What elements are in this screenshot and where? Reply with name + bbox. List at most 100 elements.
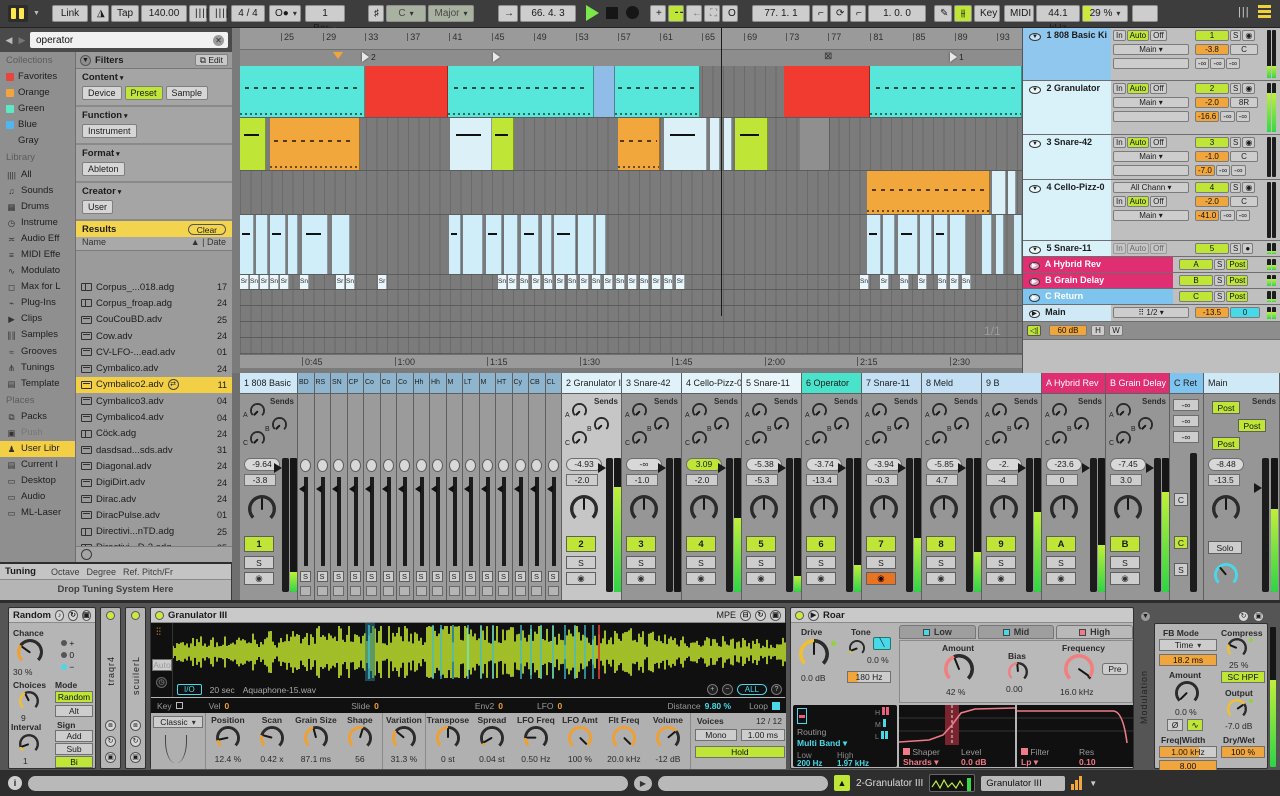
arm-button[interactable]: ● xyxy=(1242,243,1253,254)
scan-value[interactable]: 0.42 x xyxy=(250,754,294,764)
knob[interactable] xyxy=(1227,699,1247,719)
filter-chip-instrument[interactable]: Instrument xyxy=(82,124,137,138)
clip[interactable] xyxy=(1008,171,1016,214)
file-row[interactable]: DigiDirt.adv24 xyxy=(76,475,232,491)
channel-name[interactable]: Main xyxy=(1204,373,1279,394)
arm-button[interactable]: ◉ xyxy=(986,572,1016,585)
pad-solo-button[interactable]: S xyxy=(399,571,410,582)
key-checkbox[interactable] xyxy=(176,702,183,709)
send-knob-c[interactable]: C xyxy=(872,431,887,446)
mixer-strip-return-A[interactable]: A Hybrid RevSendsABC-23.60AS◉ xyxy=(1042,373,1106,600)
arrangement-track-lane[interactable] xyxy=(240,66,1022,118)
fader-handle[interactable] xyxy=(658,463,666,473)
pad-extra-button[interactable] xyxy=(416,586,427,596)
channel-name[interactable]: 6 Operator xyxy=(802,373,861,394)
track-number-button[interactable]: 2 xyxy=(566,536,596,552)
track-number-button[interactable]: 5 xyxy=(1195,243,1229,254)
return-fold-icon[interactable]: ▶ xyxy=(1029,262,1040,270)
pad-extra-button[interactable] xyxy=(333,586,344,596)
pad-solo-button[interactable]: S xyxy=(498,571,509,582)
sidebar-item-orange[interactable]: Orange xyxy=(0,85,75,101)
sidebar-item-tunings[interactable]: ⋔Tunings xyxy=(0,360,75,376)
clip[interactable] xyxy=(449,215,461,274)
shape-knob[interactable] xyxy=(348,726,372,750)
retrigger-time-field[interactable]: 1.00 ms xyxy=(741,729,785,741)
track-number-button[interactable]: 8 xyxy=(926,536,956,552)
fb-shape-button[interactable]: ∿ xyxy=(1187,719,1203,731)
filters-edit-button[interactable]: ⧉ Edit xyxy=(195,54,228,66)
sidebar-item-favorites[interactable]: Favorites xyxy=(0,69,75,85)
send-field[interactable]: -∞ xyxy=(1236,111,1250,122)
file-row[interactable]: CV-LFO-...ead.adv01 xyxy=(76,344,232,360)
fader-track[interactable] xyxy=(966,458,973,592)
send-knob-b[interactable]: B xyxy=(594,417,609,432)
pre-button[interactable]: Pre xyxy=(1102,663,1128,675)
clip[interactable]: Sr xyxy=(556,275,565,289)
quantize-menu-icon[interactable]: |||| xyxy=(189,5,207,22)
channel-name[interactable]: Hh xyxy=(414,373,430,394)
channel-name[interactable]: Co xyxy=(381,373,397,394)
solo-button[interactable]: S xyxy=(926,556,956,569)
lfo-amt-knob[interactable] xyxy=(568,726,592,750)
clip[interactable]: Sr xyxy=(280,275,289,289)
computer-midi-keyboard-icon[interactable]: ⫵ xyxy=(954,5,972,22)
fb-hotswap-icon[interactable]: ↻ xyxy=(1238,611,1249,622)
marker-strip[interactable]: ⊠ 21 xyxy=(240,50,1022,66)
send-knob-a[interactable]: A xyxy=(632,403,647,418)
pad-solo-button[interactable]: S xyxy=(317,571,328,582)
routing-mode-menu[interactable]: Multi Band ▾ xyxy=(797,738,847,749)
channel-name[interactable]: LT xyxy=(463,373,479,394)
arm-button[interactable]: ◉ xyxy=(566,572,596,585)
mono-button[interactable]: Mono xyxy=(695,729,737,741)
io-tab[interactable]: I/O xyxy=(177,684,202,695)
return-track-header[interactable]: ▶ C ReturnCSPost xyxy=(1023,289,1280,305)
send-field[interactable]: -41.0 xyxy=(1195,210,1219,221)
collapsed-device-traqr4[interactable]: traqr4⧈↻▣ xyxy=(100,607,121,769)
flt-freq-value[interactable]: 20.0 kHz xyxy=(602,754,646,764)
sidebar-item-instrume[interactable]: ◷Instrume xyxy=(0,215,75,231)
pan-knob[interactable] xyxy=(990,495,1018,523)
post-button[interactable]: Post xyxy=(1226,259,1248,270)
send-knob-c[interactable]: C xyxy=(932,431,947,446)
scale-root-menu[interactable]: C xyxy=(386,5,426,22)
track-pan-field[interactable]: C xyxy=(1230,151,1258,162)
solo-button[interactable]: S xyxy=(746,556,776,569)
spread-value[interactable]: 0.04 st xyxy=(470,754,514,764)
clip[interactable]: Sn xyxy=(900,275,909,289)
sidebar-item-drums[interactable]: ▦Drums xyxy=(0,199,75,215)
filter-group-title[interactable]: Function xyxy=(82,110,226,121)
send-knob-b[interactable]: B xyxy=(714,417,729,432)
knob[interactable] xyxy=(1008,662,1028,682)
solo-button[interactable]: S xyxy=(806,556,836,569)
locator-marker[interactable]: 1 xyxy=(950,52,964,62)
solo-button[interactable]: S xyxy=(1230,83,1241,94)
send-field[interactable]: -∞ xyxy=(1236,210,1250,221)
arm-button[interactable]: ◉ xyxy=(1242,30,1255,41)
output-routing-menu[interactable]: Main ▾ xyxy=(1113,210,1189,221)
position-knob[interactable] xyxy=(216,726,240,750)
arm-button[interactable]: ◉ xyxy=(1242,137,1255,148)
clip[interactable]: Sr xyxy=(336,275,345,289)
solo-in-place-h-button[interactable]: H xyxy=(1091,325,1105,336)
tone-filter-icon[interactable]: ╲ xyxy=(873,637,891,650)
pad-solo-button[interactable]: S xyxy=(383,571,394,582)
waveform-display[interactable]: I/O 20 sec Aquaphone-15.wav + − ALL ? xyxy=(173,623,786,697)
return-number-button[interactable]: A xyxy=(1179,259,1213,270)
monitor-in-button[interactable]: In xyxy=(1113,196,1126,207)
solo-in-place-w-button[interactable]: W xyxy=(1109,325,1123,336)
gain-value[interactable]: 0 xyxy=(1046,474,1078,486)
tone-value[interactable]: 0.0 % xyxy=(867,655,889,665)
collapsed-device-scuilerL[interactable]: scuilerL⧈↻▣ xyxy=(125,607,146,769)
pad-solo-button[interactable]: S xyxy=(333,571,344,582)
track-header-5[interactable]: ▼ 5 Snare-11InAutoOff5S● xyxy=(1023,241,1280,257)
mixer-strip-pad[interactable]: CoS xyxy=(364,373,381,600)
clip[interactable] xyxy=(332,215,350,274)
logo-menu-chevron-icon[interactable]: ▼ xyxy=(33,10,40,17)
send-value[interactable]: -∞ xyxy=(1173,399,1199,411)
clip[interactable]: Sn xyxy=(860,275,869,289)
pad-fader-handle[interactable] xyxy=(514,485,520,493)
bias-knob[interactable] xyxy=(1008,662,1028,685)
send-knob-c[interactable]: C xyxy=(1052,431,1067,446)
pan-knob[interactable] xyxy=(750,495,778,523)
peak-value[interactable]: -8.48 xyxy=(1208,458,1244,471)
